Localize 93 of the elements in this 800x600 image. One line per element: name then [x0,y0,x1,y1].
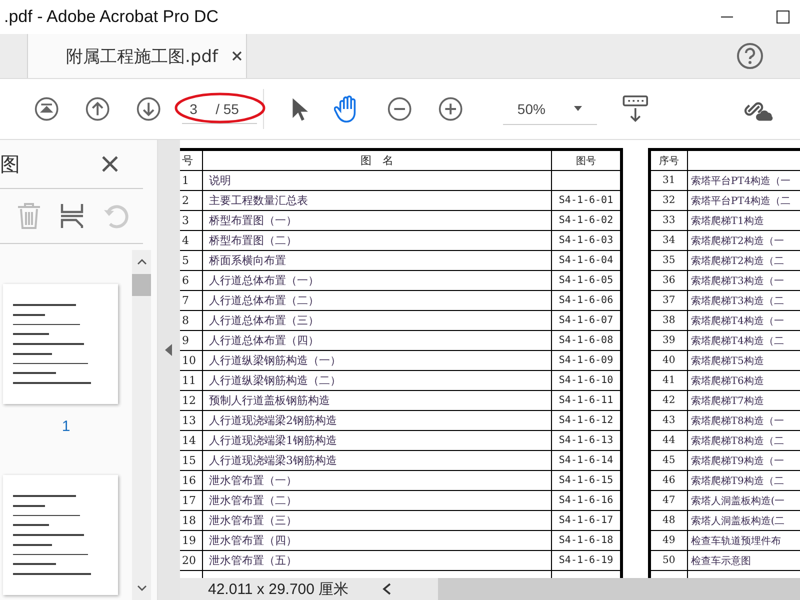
column-header: 序号 [650,150,688,170]
page-thumbnail[interactable] [2,284,118,404]
table-cell: 44 [650,430,688,450]
table-cell: 19 [180,530,202,550]
table-cell: 人行道现浇端梁1钢筋构造 [202,430,552,450]
table-cell: 说明 [202,170,552,190]
table-cell: 桥型布置图（二） [202,230,552,250]
table-cell: 43 [650,410,688,430]
keyboard-arrow-icon[interactable] [620,93,650,125]
table-cell: 人行道总体布置（二） [202,290,552,310]
table-cell: 11 [180,370,202,390]
caret-icon [573,106,584,112]
table-cell: 8 [180,310,202,330]
table-cell: 桥型布置图（一） [202,210,552,230]
scroll-up-icon[interactable] [136,258,146,266]
scrollbar[interactable] [132,250,151,600]
table-cell: 20 [180,550,202,570]
table-cell: 48 [650,510,688,530]
page-count: / 55 [216,100,239,116]
table-cell: 9 [180,330,202,350]
page-extract-icon[interactable] [60,202,84,230]
table-cell: 人行道总体布置（四） [202,330,552,350]
collapse-arrow-icon[interactable] [165,344,173,356]
scroll-down-icon[interactable] [136,584,146,592]
table-cell: 35 [650,250,688,270]
table-cell: 主要工程数量汇总表 [202,190,552,210]
column-header: 号 [180,150,202,170]
panel-title: 图 [0,150,20,178]
table-cell: 15 [180,450,202,470]
page-size-label: 42.011 x 29.700 厘米 [208,580,350,598]
table-cell: 人行道现浇端梁3钢筋构造 [202,450,552,470]
table-cell: 36 [650,270,688,290]
table-cell: 41 [650,370,688,390]
column-header: 图 名 [202,150,552,170]
page-number-field[interactable]: 3 [182,100,210,116]
zoom-dropdown[interactable]: 50% [503,94,597,124]
table-cell: 45 [650,450,688,470]
table-cell: 32 [650,190,688,210]
page-label: 1 [62,418,70,435]
table-cell: 人行道纵梁钢筋构造（一） [202,350,552,370]
table-cell: 人行道总体布置（三） [202,310,552,330]
table-cell: 50 [650,550,688,570]
scrollbar[interactable] [438,578,800,600]
scroll-left-icon[interactable] [382,583,392,595]
table-cell: 13 [180,410,202,430]
table-cell: 31 [650,170,688,190]
page-thumbnail[interactable] [2,475,118,595]
table-cell: 49 [650,530,688,550]
table-cell: 泄水管布置（一） [202,470,552,490]
table-cell: 18 [180,510,202,530]
table-cell: 泄水管布置（五） [202,550,552,570]
table-cell: 14 [180,430,202,450]
table-cell: 17 [180,490,202,510]
table-cell: 5 [180,250,202,270]
zoom-out-icon[interactable] [387,95,412,123]
maximize-icon[interactable] [776,10,790,24]
table-cell: 7 [180,290,202,310]
table-cell: 人行道纵梁钢筋构造（二） [202,370,552,390]
table-cell: 人行道现浇端梁2钢筋构造 [202,410,552,430]
table-cell: 46 [650,470,688,490]
scrollbar-thumb[interactable] [132,274,151,296]
table-cell: 39 [650,330,688,350]
table-cell: 37 [650,290,688,310]
table-cell: 10 [180,350,202,370]
first-page-icon[interactable] [34,95,60,123]
table-cell: 16 [180,470,202,490]
help-icon[interactable] [736,42,764,70]
window-title: .pdf - Adobe Acrobat Pro DC [4,7,219,27]
table-cell: 40 [650,350,688,370]
table-cell: 4 [180,230,202,250]
table-cell: 泄水管布置（二） [202,490,552,510]
table-cell: 泄水管布置（四） [202,530,552,550]
next-page-icon[interactable] [136,95,162,123]
table-cell: 2 [180,190,202,210]
table-cell: 42 [650,390,688,410]
table-cell: 12 [180,390,202,410]
table-cell: 38 [650,310,688,330]
document-tab[interactable]: 附属工程施工图.pdf [27,34,247,78]
table-cell: 34 [650,230,688,250]
table-cell: 桥面系横向布置 [202,250,552,270]
table-cell: 泄水管布置（三） [202,510,552,530]
table-cell: 3 [180,210,202,230]
zoom-in-icon[interactable] [438,95,464,123]
table-cell: 1 [180,170,202,190]
close-icon[interactable] [101,155,119,173]
close-icon[interactable] [232,51,242,61]
previous-page-icon[interactable] [85,95,110,123]
table-cell: 6 [180,270,202,290]
select-cursor-icon[interactable] [290,95,308,123]
table-cell: 47 [650,490,688,510]
table-cell: 33 [650,210,688,230]
table-cell: 人行道总体布置（一） [202,270,552,290]
table-cell: 预制人行道盖板钢筋构造 [202,390,552,410]
